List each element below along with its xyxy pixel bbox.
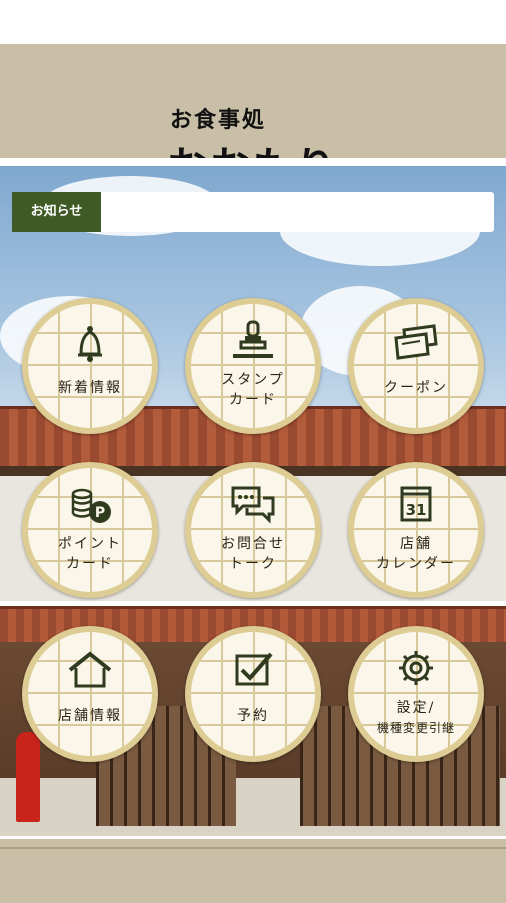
notice-bar[interactable]: お知らせ <box>12 192 494 232</box>
menu-label: カード <box>229 392 277 408</box>
menu-button-stamp-card[interactable]: スタンプ カード <box>185 298 321 434</box>
menu-button-news[interactable]: 新着情報 <box>22 298 158 434</box>
menu-label: カード <box>66 556 114 572</box>
point-coins-icon: P <box>71 488 111 523</box>
menu-button-reservation[interactable]: 予約 <box>185 626 321 762</box>
menu-label: 予約 <box>237 708 269 724</box>
menu-label: 機種変更引継 <box>376 721 455 735</box>
menu-label: クーポン <box>384 380 448 396</box>
menu-label: カレンダー <box>376 556 456 572</box>
menu-button-shop-info[interactable]: 店舗情報 <box>22 626 158 762</box>
menu-button-inquiry[interactable]: お問合せ トーク <box>185 462 321 598</box>
menu-label: 店舗情報 <box>58 708 122 724</box>
menu-label: 設定/ <box>396 700 436 716</box>
calendar-icon: 31 <box>400 486 432 522</box>
coupon-icon <box>394 324 438 360</box>
header-divider <box>0 158 506 166</box>
top-band <box>0 0 506 44</box>
header-subtitle: お食事処 <box>170 108 267 133</box>
menu-label: ポイント <box>58 536 122 552</box>
menu-button-coupon[interactable]: クーポン <box>348 298 484 434</box>
svg-text:P: P <box>95 505 105 521</box>
background-mailbox <box>16 732 40 822</box>
stamp-icon <box>233 320 273 358</box>
bell-icon <box>78 326 102 362</box>
house-icon <box>68 651 112 688</box>
menu-button-settings[interactable]: 設定/ 機種変更引継 <box>348 626 484 762</box>
notice-ticker[interactable] <box>101 192 494 232</box>
menu-label: トーク <box>229 556 277 572</box>
app-header: お食事処 おおもり <box>0 44 506 192</box>
checkbox-icon <box>235 652 273 686</box>
menu-label: お問合せ <box>221 536 285 552</box>
menu-button-calendar[interactable]: 31 店舗 カレンダー <box>348 462 484 598</box>
menu-label: スタンプ <box>221 372 285 388</box>
menu-button-point-card[interactable]: P ポイント カード <box>22 462 158 598</box>
gear-icon <box>399 651 433 685</box>
chat-bubbles-icon <box>231 486 275 524</box>
menu-label: 新着情報 <box>58 380 122 396</box>
bottom-bar <box>0 836 506 903</box>
notice-label: お知らせ <box>12 192 101 232</box>
bottom-bar-line <box>0 847 506 849</box>
menu-label: 店舗 <box>400 536 432 552</box>
calendar-day: 31 <box>406 501 427 519</box>
